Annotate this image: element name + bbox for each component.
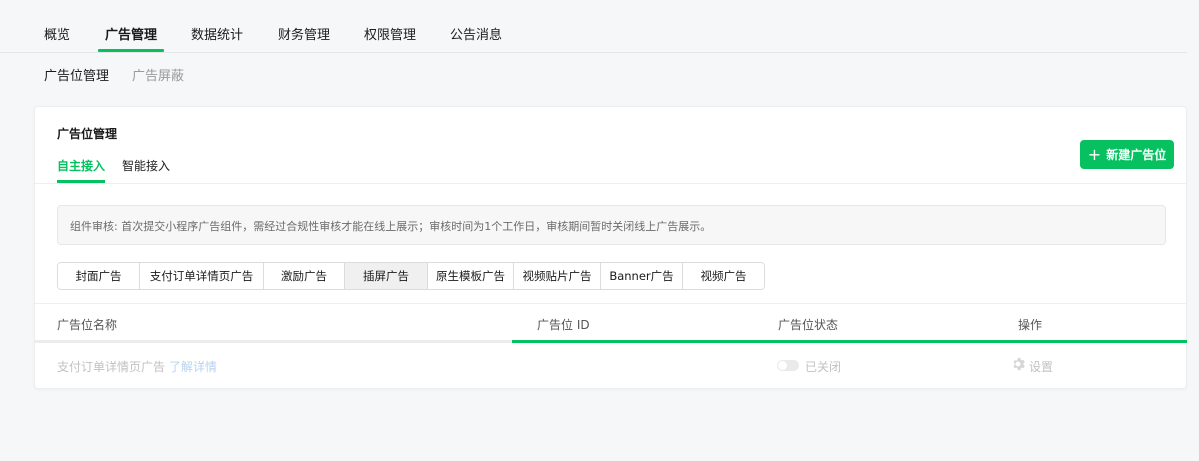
tab-data-statistics[interactable]: 数据统计	[191, 24, 243, 43]
tab-finance[interactable]: 财务管理	[278, 24, 330, 43]
ad-type-segmented-control: 封面广告 支付订单详情页广告 激励广告 插屏广告 原生模板广告 视频贴片广告 B…	[57, 262, 765, 290]
tab-ad-management[interactable]: 广告管理	[105, 24, 157, 43]
row-ad-slot-name: 支付订单详情页广告	[57, 360, 166, 374]
ad-type-interstitial[interactable]: 插屏广告	[345, 263, 428, 289]
review-notice: 组件审核: 首次提交小程序广告组件，需经过合规性审核才能在线上展示；审核时间为1…	[57, 205, 1166, 245]
plus-icon: +	[1087, 144, 1102, 164]
new-ad-slot-label: 新建广告位	[1106, 148, 1167, 162]
table-top-border	[35, 303, 1187, 304]
row-settings-label[interactable]: 设置	[1029, 358, 1053, 375]
new-ad-slot-button[interactable]: + 新建广告位	[1080, 140, 1174, 169]
ad-type-payment-detail[interactable]: 支付订单详情页广告	[140, 263, 264, 289]
ad-type-native-template[interactable]: 原生模板广告	[428, 263, 514, 289]
top-nav: 概览 广告管理 数据统计 财务管理 权限管理 公告消息	[0, 0, 1187, 53]
column-header-name: 广告位名称	[57, 318, 118, 332]
subnav-item-ad-blocking[interactable]: 广告屏蔽	[132, 65, 184, 84]
ad-type-video-patch[interactable]: 视频贴片广告	[514, 263, 601, 289]
tab-smart-access[interactable]: 智能接入	[122, 157, 170, 174]
gear-icon[interactable]	[1011, 357, 1025, 371]
subnav-item-ad-slot-management[interactable]: 广告位管理	[44, 65, 109, 84]
ad-type-video[interactable]: 视频广告	[683, 263, 764, 289]
tab-self-access[interactable]: 自主接入	[57, 157, 105, 174]
tab-announcements[interactable]: 公告消息	[450, 24, 502, 43]
ad-type-banner[interactable]: Banner广告	[601, 263, 683, 289]
active-tab-indicator	[98, 49, 164, 52]
ad-slot-card: 广告位管理 自主接入 智能接入 + 新建广告位 组件审核: 首次提交小程序广告组…	[34, 106, 1187, 389]
column-header-actions: 操作	[1018, 318, 1043, 332]
ad-type-rewarded[interactable]: 激励广告	[264, 263, 345, 289]
status-toggle[interactable]	[777, 360, 799, 371]
learn-more-link[interactable]: 了解详情	[169, 358, 217, 375]
row-status-text: 已关闭	[805, 360, 842, 374]
loading-progress-bar	[512, 340, 1187, 343]
divider	[35, 183, 1187, 184]
tab-overview[interactable]: 概览	[44, 24, 70, 43]
column-header-status: 广告位状态	[778, 318, 839, 332]
card-title: 广告位管理	[57, 127, 118, 141]
tab-permissions[interactable]: 权限管理	[364, 24, 416, 43]
column-header-id: 广告位 ID	[537, 318, 590, 332]
ad-type-cover[interactable]: 封面广告	[58, 263, 140, 289]
